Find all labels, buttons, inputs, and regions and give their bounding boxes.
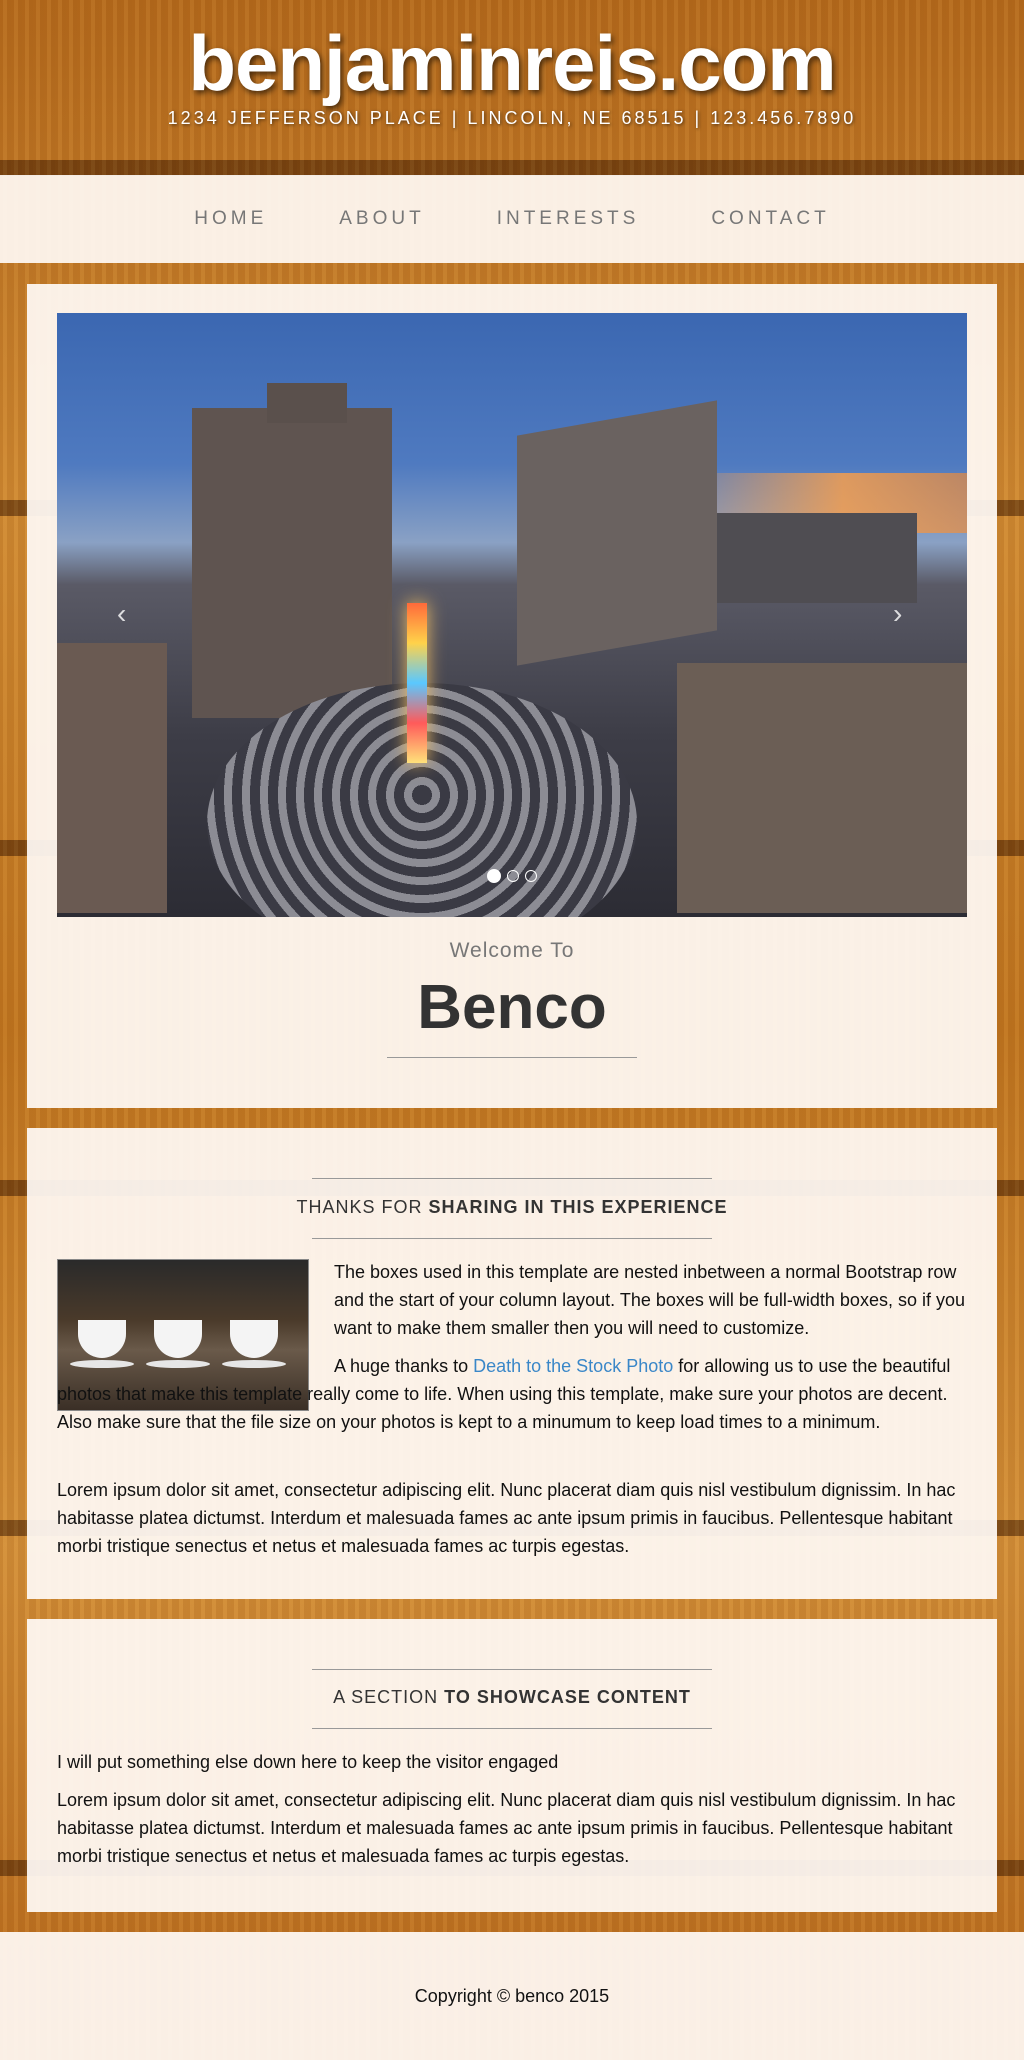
carousel-next-icon[interactable]: › — [893, 598, 902, 630]
divider — [312, 1669, 712, 1670]
welcome-text: Welcome To — [449, 939, 575, 962]
paragraph: A huge thanks to Death to the Stock Phot… — [57, 1352, 972, 1436]
nav-home[interactable]: HOME — [158, 208, 303, 230]
paragraph: Lorem ipsum dolor sit amet, consectetur … — [57, 1480, 956, 1556]
site-title[interactable]: benjaminreis.com — [0, 18, 1024, 109]
carousel-indicator[interactable] — [507, 870, 519, 882]
nav-interests[interactable]: INTERESTS — [461, 208, 676, 230]
heading-light: A SECTION — [333, 1687, 445, 1707]
copyright-text: Copyright © benco 2015 — [414, 1986, 610, 2006]
section-heading: A SECTION TO SHOWCASE CONTENT — [27, 1687, 997, 1708]
heading-bold: SHARING IN THIS EXPERIENCE — [428, 1197, 728, 1217]
carousel-building — [267, 383, 347, 423]
heading-bold: TO SHOWCASE CONTENT — [444, 1687, 691, 1707]
stock-photo-link[interactable]: Death to the Stock Photo — [473, 1356, 673, 1376]
nav-about[interactable]: ABOUT — [303, 208, 460, 230]
section-heading: THANKS FOR SHARING IN THIS EXPERIENCE — [27, 1197, 997, 1218]
divider — [312, 1238, 712, 1239]
paragraph: The boxes used in this template are nest… — [334, 1262, 965, 1338]
paragraph-text: A huge thanks to — [334, 1356, 474, 1376]
carousel-prev-icon[interactable]: ‹ — [117, 598, 126, 630]
heading-light: THANKS FOR — [296, 1197, 429, 1217]
carousel-building — [192, 408, 392, 718]
carousel-building — [677, 663, 967, 913]
experience-box: THANKS FOR SHARING IN THIS EXPERIENCE Th… — [27, 1128, 997, 1599]
footer: Copyright © benco 2015 — [0, 1932, 1024, 2060]
carousel-building — [717, 513, 917, 603]
carousel-indicators — [487, 869, 537, 883]
divider — [312, 1728, 712, 1729]
main-navbar: HOME ABOUT INTERESTS CONTACT — [0, 175, 1024, 263]
divider — [312, 1178, 712, 1179]
carousel-indicator[interactable] — [525, 870, 537, 882]
paragraph: I will put something else down here to k… — [57, 1752, 559, 1772]
brand-name: Benco — [417, 973, 607, 1042]
showcase-box: A SECTION TO SHOWCASE CONTENT I will put… — [27, 1619, 997, 1912]
carousel-indicator[interactable] — [487, 869, 501, 883]
paragraph: Lorem ipsum dolor sit amet, consectetur … — [57, 1790, 956, 1866]
divider — [387, 1057, 637, 1058]
image-carousel[interactable]: ‹ › — [57, 313, 967, 917]
site-address: 1234 JEFFERSON PLACE | LINCOLN, NE 68515… — [167, 108, 857, 128]
nav-contact[interactable]: CONTACT — [675, 208, 865, 230]
intro-box: ‹ › Welcome To Benco — [27, 284, 997, 1108]
carousel-building — [57, 643, 167, 913]
carousel-building — [517, 400, 717, 666]
site-header: benjaminreis.com 1234 JEFFERSON PLACE | … — [0, 0, 1024, 175]
carousel-tower — [407, 603, 427, 763]
